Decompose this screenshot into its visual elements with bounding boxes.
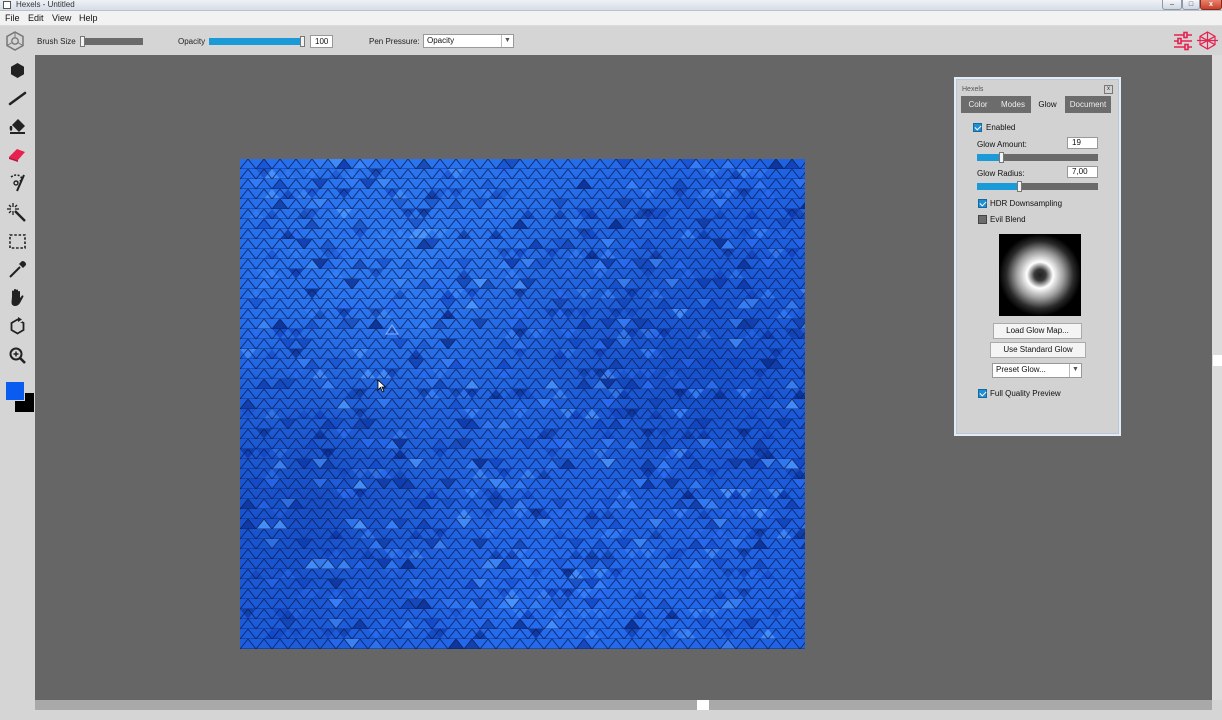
glow-radius-fill — [977, 183, 1020, 190]
tab-document[interactable]: Document — [1065, 96, 1111, 113]
menu-bar: File Edit View Help — [0, 11, 1222, 26]
paint-bucket-icon — [9, 119, 25, 134]
hexel-fill-tool[interactable] — [7, 60, 28, 81]
hdr-downsampling-label: HDR Downsampling — [990, 199, 1063, 208]
zoom-icon — [9, 347, 26, 364]
hand-icon — [11, 289, 24, 306]
load-glow-map-button[interactable]: Load Glow Map... — [993, 323, 1082, 339]
vertical-scrollbar[interactable] — [1212, 55, 1222, 700]
mouse-cursor-icon — [377, 379, 387, 393]
hexels-panel: Hexels x Color Modes Glow Document Enabl… — [956, 79, 1119, 434]
paint-bucket-tool[interactable] — [7, 116, 28, 137]
glow-radius-input[interactable]: 7,00 — [1067, 166, 1098, 178]
glow-amount-thumb[interactable] — [998, 152, 1004, 163]
preset-glow-value: Preset Glow... — [996, 365, 1046, 374]
grid-settings-icon[interactable] — [1197, 30, 1218, 51]
eraser-icon — [9, 149, 25, 162]
glow-radius-thumb[interactable] — [1016, 181, 1022, 192]
horizontal-scrollbar[interactable] — [35, 700, 1212, 710]
lasso-tool[interactable] — [7, 172, 28, 193]
brush-size-thumb[interactable] — [80, 36, 85, 47]
glow-amount-fill — [977, 154, 1002, 161]
glow-radius-slider[interactable] — [977, 181, 1098, 192]
opacity-fill — [209, 38, 305, 45]
enabled-label: Enabled — [986, 123, 1016, 132]
tab-color[interactable]: Color — [961, 96, 995, 113]
horizontal-scroll-thumb[interactable] — [697, 700, 709, 710]
menu-file[interactable]: File — [5, 13, 20, 24]
lasso-icon — [10, 174, 25, 192]
chevron-down-icon: ▼ — [1069, 364, 1081, 377]
evil-blend-checkbox[interactable] — [978, 215, 987, 224]
glow-map-preview — [999, 234, 1081, 316]
vertical-scroll-thumb[interactable] — [1213, 355, 1222, 366]
opacity-label: Opacity — [178, 37, 206, 46]
app-logo-icon — [5, 31, 25, 51]
pen-pressure-value: Opacity — [427, 36, 455, 45]
menu-edit[interactable]: Edit — [28, 13, 44, 24]
panel-close-icon[interactable]: x — [1104, 85, 1113, 94]
chevron-down-icon: ▼ — [501, 35, 513, 47]
rotate-tool[interactable] — [7, 316, 28, 337]
minimize-button[interactable]: – — [1162, 0, 1182, 10]
panel-title: Hexels — [962, 86, 984, 93]
glow-radius-label: Glow Radius: — [977, 169, 1025, 178]
line-tool[interactable] — [7, 88, 28, 109]
zoom-tool[interactable] — [7, 345, 28, 366]
brush-size-label: Brush Size — [37, 37, 76, 46]
tab-modes[interactable]: Modes — [995, 96, 1031, 113]
preset-glow-select[interactable]: Preset Glow... ▼ — [992, 363, 1082, 378]
use-standard-glow-button[interactable]: Use Standard Glow — [990, 342, 1086, 358]
full-quality-preview-checkbox[interactable] — [978, 389, 987, 398]
enabled-checkbox[interactable] — [973, 123, 982, 132]
menu-help[interactable]: Help — [79, 13, 98, 24]
maximize-button[interactable]: □ — [1182, 0, 1200, 10]
eyedropper-tool[interactable] — [7, 259, 28, 280]
tool-options-bar: Brush Size Opacity 100 Pen Pressure: Opa… — [0, 26, 1222, 55]
app-icon — [3, 1, 11, 9]
tab-glow[interactable]: Glow — [1031, 96, 1064, 113]
glow-amount-input[interactable]: 19 — [1067, 137, 1098, 149]
hand-tool[interactable] — [7, 287, 28, 308]
menu-view[interactable]: View — [52, 13, 71, 24]
pen-pressure-label: Pen Pressure: — [369, 37, 420, 46]
magic-wand-tool[interactable] — [7, 202, 28, 223]
adjustments-icon[interactable] — [1173, 31, 1193, 51]
brush-size-slider[interactable] — [80, 36, 143, 47]
hexel-canvas[interactable] — [240, 159, 805, 649]
eraser-tool[interactable] — [7, 144, 28, 165]
full-quality-preview-label: Full Quality Preview — [990, 389, 1061, 398]
opacity-slider[interactable] — [209, 36, 305, 47]
evil-blend-label: Evil Blend — [990, 215, 1026, 224]
magic-wand-icon — [7, 203, 26, 222]
hexagon-icon — [11, 63, 24, 78]
pen-pressure-select[interactable]: Opacity ▼ — [423, 34, 514, 48]
close-button[interactable]: x — [1200, 0, 1222, 10]
marquee-tool[interactable] — [7, 231, 28, 252]
eyedropper-icon — [9, 261, 26, 278]
rotate-icon — [10, 317, 25, 335]
opacity-thumb[interactable] — [300, 36, 305, 47]
window-title: Hexels - Untitled — [16, 0, 75, 9]
glow-amount-label: Glow Amount: — [977, 140, 1027, 149]
opacity-input[interactable]: 100 — [310, 35, 333, 48]
window-title-bar: Hexels - Untitled – □ x — [0, 0, 1222, 11]
marquee-icon — [9, 234, 26, 249]
line-icon — [8, 91, 27, 106]
status-strip — [0, 710, 1222, 720]
tool-bar — [0, 55, 35, 720]
primary-color-swatch[interactable] — [5, 381, 25, 401]
hdr-downsampling-checkbox[interactable] — [978, 199, 987, 208]
glow-amount-slider[interactable] — [977, 152, 1098, 163]
triangle-grid[interactable] — [240, 159, 805, 649]
